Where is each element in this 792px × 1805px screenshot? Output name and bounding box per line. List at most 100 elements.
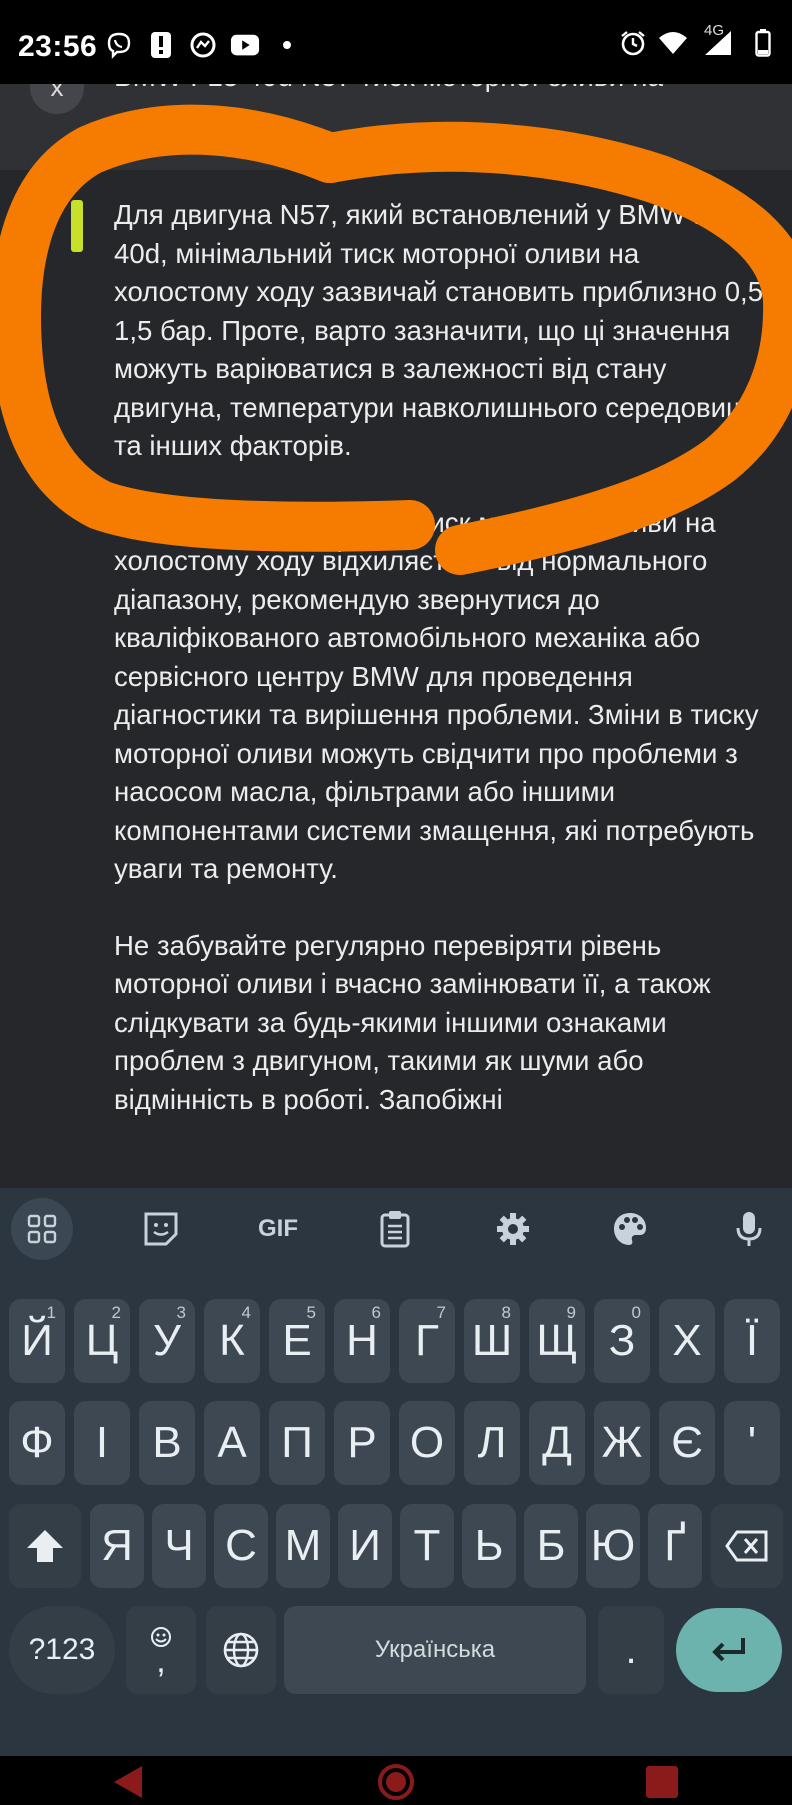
key-hint: 7 bbox=[436, 1303, 446, 1322]
paragraph-3: Не забувайте регулярно перевіряти рівень… bbox=[114, 929, 711, 1115]
key[interactable]: У3 bbox=[139, 1299, 195, 1383]
alarm-icon bbox=[618, 28, 648, 58]
close-icon: x bbox=[50, 84, 64, 102]
key-hint: 6 bbox=[371, 1303, 381, 1322]
key[interactable]: Ю bbox=[586, 1504, 640, 1588]
backspace-icon bbox=[725, 1530, 768, 1562]
conversation-header: x BMW F15 40d N57 тиск моторної оливи на bbox=[0, 84, 792, 170]
key-label: Х bbox=[672, 1316, 702, 1365]
key[interactable]: Б bbox=[524, 1504, 578, 1588]
key-label: У bbox=[153, 1316, 181, 1365]
settings-gear-icon[interactable] bbox=[482, 1198, 544, 1260]
key[interactable]: С bbox=[214, 1504, 268, 1588]
key[interactable]: Ф bbox=[9, 1401, 65, 1485]
home-icon[interactable] bbox=[376, 1762, 416, 1802]
alert-icon bbox=[146, 30, 176, 60]
key-label: З bbox=[608, 1316, 636, 1365]
comma-label: , bbox=[156, 1642, 166, 1680]
key-hint: 2 bbox=[111, 1303, 121, 1322]
key[interactable]: Д bbox=[529, 1401, 585, 1485]
symbols-key[interactable]: ?123 bbox=[9, 1606, 115, 1694]
key[interactable]: Ц2 bbox=[74, 1299, 130, 1383]
key[interactable]: З0 bbox=[594, 1299, 650, 1383]
gif-icon[interactable]: GIF bbox=[247, 1198, 309, 1260]
key[interactable]: В bbox=[139, 1401, 195, 1485]
backspace-key[interactable] bbox=[711, 1504, 783, 1588]
key-label: Ш bbox=[471, 1316, 513, 1365]
globe-icon bbox=[223, 1632, 259, 1668]
key[interactable]: Ж bbox=[594, 1401, 650, 1485]
key-hint: 1 bbox=[46, 1303, 56, 1322]
key[interactable]: Є bbox=[659, 1401, 715, 1485]
key-label: Е bbox=[282, 1316, 312, 1365]
back-icon[interactable] bbox=[110, 1764, 146, 1800]
navigation-bar bbox=[0, 1756, 792, 1805]
close-button[interactable]: x bbox=[30, 84, 84, 114]
key[interactable]: Щ9 bbox=[529, 1299, 585, 1383]
key[interactable]: Е5 bbox=[269, 1299, 325, 1383]
enter-key[interactable] bbox=[676, 1608, 782, 1692]
key[interactable]: Я bbox=[90, 1504, 144, 1588]
key[interactable]: П bbox=[269, 1401, 325, 1485]
key[interactable]: К4 bbox=[204, 1299, 260, 1383]
key[interactable]: Ь bbox=[462, 1504, 516, 1588]
key[interactable]: Х bbox=[659, 1299, 715, 1383]
soft-keyboard: GIF Й1Ц2У3К4Е5Н6Г7Ш8Щ9З0ХЇ Ф І В А П Р О Л Д Ж Є ' … bbox=[0, 1188, 792, 1756]
enter-icon bbox=[712, 1638, 745, 1662]
key[interactable]: Ґ bbox=[648, 1504, 702, 1588]
microphone-icon[interactable] bbox=[718, 1198, 780, 1260]
palette-icon[interactable] bbox=[599, 1198, 661, 1260]
emoji-comma-key[interactable]: , bbox=[126, 1606, 196, 1694]
key-hint: 4 bbox=[241, 1303, 251, 1322]
keyboard-toolbar: GIF bbox=[0, 1188, 792, 1270]
key-label: Н bbox=[346, 1316, 378, 1365]
language-globe-key[interactable] bbox=[206, 1606, 276, 1694]
key[interactable]: Н6 bbox=[334, 1299, 390, 1383]
key[interactable]: А bbox=[204, 1401, 260, 1485]
wifi-icon bbox=[658, 28, 688, 58]
space-bar[interactable]: Українська bbox=[284, 1606, 586, 1694]
message-content: Для двигуна N57, який встановлений у BMW… bbox=[114, 196, 774, 1157]
highlight-marker bbox=[71, 200, 83, 252]
key-hint: 9 bbox=[566, 1303, 576, 1322]
signal-icon: 4G bbox=[698, 22, 738, 58]
key[interactable]: Ч bbox=[152, 1504, 206, 1588]
viber-icon bbox=[104, 30, 134, 60]
key[interactable]: Ї bbox=[724, 1299, 780, 1383]
notification-icons bbox=[104, 30, 302, 60]
key[interactable]: ' bbox=[724, 1401, 780, 1485]
status-time: 23:56 bbox=[18, 30, 98, 63]
clipboard-icon[interactable] bbox=[364, 1198, 426, 1260]
key[interactable]: Р bbox=[334, 1401, 390, 1485]
paragraph-1: Для двигуна N57, який встановлений у BMW… bbox=[114, 199, 773, 461]
key[interactable]: М bbox=[276, 1504, 330, 1588]
sticker-icon[interactable] bbox=[130, 1198, 192, 1260]
key-label: К bbox=[219, 1316, 245, 1365]
key[interactable]: І bbox=[74, 1401, 130, 1485]
network-type: 4G bbox=[704, 22, 725, 39]
key[interactable]: Т bbox=[400, 1504, 454, 1588]
apps-grid-icon[interactable] bbox=[11, 1198, 73, 1260]
key-hint: 0 bbox=[631, 1303, 641, 1322]
recents-icon[interactable] bbox=[644, 1764, 680, 1800]
key[interactable]: Л bbox=[464, 1401, 520, 1485]
status-bar: 23:56 4G bbox=[0, 0, 792, 84]
key-label: Г bbox=[415, 1316, 439, 1365]
conversation-title: BMW F15 40d N57 тиск моторної оливи на bbox=[114, 84, 754, 96]
paragraph-2: Якщо ви помічаєте, що тиск моторної олив… bbox=[114, 506, 759, 885]
key[interactable]: Й1 bbox=[9, 1299, 65, 1383]
key[interactable]: И bbox=[338, 1504, 392, 1588]
key-hint: 5 bbox=[306, 1303, 316, 1322]
key-hint: 8 bbox=[501, 1303, 511, 1322]
period-key[interactable]: . bbox=[598, 1606, 664, 1694]
battery-icon bbox=[748, 28, 778, 58]
shift-key[interactable] bbox=[9, 1504, 81, 1588]
key-label: Й bbox=[21, 1316, 53, 1365]
key[interactable]: О bbox=[399, 1401, 455, 1485]
key-label: Ц bbox=[85, 1316, 119, 1365]
dot-icon bbox=[272, 30, 302, 60]
shift-icon bbox=[27, 1530, 63, 1562]
key[interactable]: Г7 bbox=[399, 1299, 455, 1383]
system-icons: 4G bbox=[618, 22, 778, 58]
key[interactable]: Ш8 bbox=[464, 1299, 520, 1383]
